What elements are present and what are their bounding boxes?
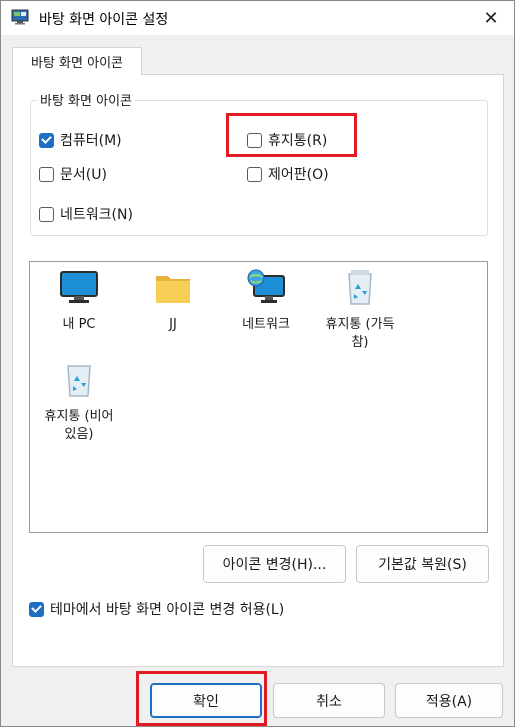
icon-item-network[interactable]: 네트워크 bbox=[219, 268, 313, 334]
checkbox-recycle-bin-label: 휴지통(R) bbox=[268, 133, 328, 149]
icon-label-recycle-bin-full-line1: 휴지통 (가득 bbox=[325, 317, 395, 332]
checkbox-computer[interactable]: 컴퓨터(M) bbox=[39, 130, 122, 150]
ok-button[interactable]: 확인 bbox=[150, 683, 262, 718]
checkbox-computer-label: 컴퓨터(M) bbox=[60, 133, 122, 149]
groupbox-legend: 바탕 화면 아이콘 bbox=[37, 90, 135, 109]
recycle-bin-empty-icon bbox=[67, 365, 91, 397]
icon-label-network: 네트워크 bbox=[242, 317, 290, 332]
icon-item-recycle-bin-full[interactable]: 휴지통 (가득 참) bbox=[313, 268, 407, 351]
cancel-button[interactable]: 취소 bbox=[273, 683, 385, 718]
checkbox-allow-theme-change-box[interactable] bbox=[29, 601, 44, 617]
checkbox-network[interactable]: 네트워크(N) bbox=[39, 204, 133, 224]
checkbox-computer-box[interactable] bbox=[39, 132, 54, 148]
icon-item-jj[interactable]: JJ bbox=[126, 268, 220, 334]
change-icon-button[interactable]: 아이콘 변경(H)... bbox=[203, 545, 346, 583]
folder-icon bbox=[156, 276, 190, 303]
checkbox-control-panel[interactable]: 제어판(O) bbox=[247, 164, 329, 184]
icon-item-recycle-bin-empty[interactable]: 휴지통 (비어 있음) bbox=[32, 360, 126, 443]
checkbox-recycle-bin-box[interactable] bbox=[247, 132, 262, 148]
checkbox-documents[interactable]: 문서(U) bbox=[39, 164, 107, 184]
checkbox-documents-label: 문서(U) bbox=[60, 167, 107, 183]
icon-item-my-pc[interactable]: 내 PC bbox=[32, 268, 126, 334]
recycle-bin-full-icon bbox=[348, 270, 372, 305]
restore-default-button[interactable]: 기본값 복원(S) bbox=[356, 545, 489, 583]
tab-desktop-icons[interactable]: 바탕 화면 아이콘 bbox=[12, 47, 142, 75]
desktop-settings-icon bbox=[11, 9, 29, 25]
icon-label-my-pc: 내 PC bbox=[62, 317, 96, 332]
close-icon: ✕ bbox=[483, 7, 499, 29]
dialog-window: 바탕 화면 아이콘 설정 ✕ 바탕 화면 아이콘 바탕 화면 아이콘 컴퓨터(M… bbox=[0, 0, 515, 727]
icon-label-recycle-bin-empty-line2: 있음) bbox=[64, 426, 94, 442]
apply-button[interactable]: 적용(A) bbox=[395, 683, 503, 718]
icon-label-jj: JJ bbox=[169, 317, 177, 332]
desktop-icon-list[interactable]: 내 PC JJ 네트워크 휴지통 (가득 참) 휴지통 (비어 있음) bbox=[29, 261, 488, 533]
checkbox-network-box[interactable] bbox=[39, 206, 54, 222]
checkbox-documents-box[interactable] bbox=[39, 166, 54, 182]
monitor-icon bbox=[60, 271, 98, 303]
checkbox-allow-theme-change[interactable]: 테마에서 바탕 화면 아이콘 변경 허용(L) bbox=[29, 599, 284, 619]
checkbox-control-panel-box[interactable] bbox=[247, 166, 262, 182]
icon-label-recycle-bin-empty-line1: 휴지통 (비어 bbox=[44, 409, 114, 424]
title-bar: 바탕 화면 아이콘 설정 ✕ bbox=[1, 1, 514, 35]
close-button[interactable]: ✕ bbox=[468, 1, 514, 35]
icon-label-recycle-bin-full-line2: 참) bbox=[351, 334, 369, 350]
checkbox-network-label: 네트워크(N) bbox=[60, 207, 133, 223]
window-title: 바탕 화면 아이콘 설정 bbox=[39, 12, 169, 28]
network-icon bbox=[247, 269, 285, 303]
checkbox-recycle-bin[interactable]: 휴지통(R) bbox=[247, 130, 327, 150]
checkbox-control-panel-label: 제어판(O) bbox=[268, 167, 329, 183]
checkbox-allow-theme-change-label: 테마에서 바탕 화면 아이콘 변경 허용(L) bbox=[50, 602, 285, 618]
